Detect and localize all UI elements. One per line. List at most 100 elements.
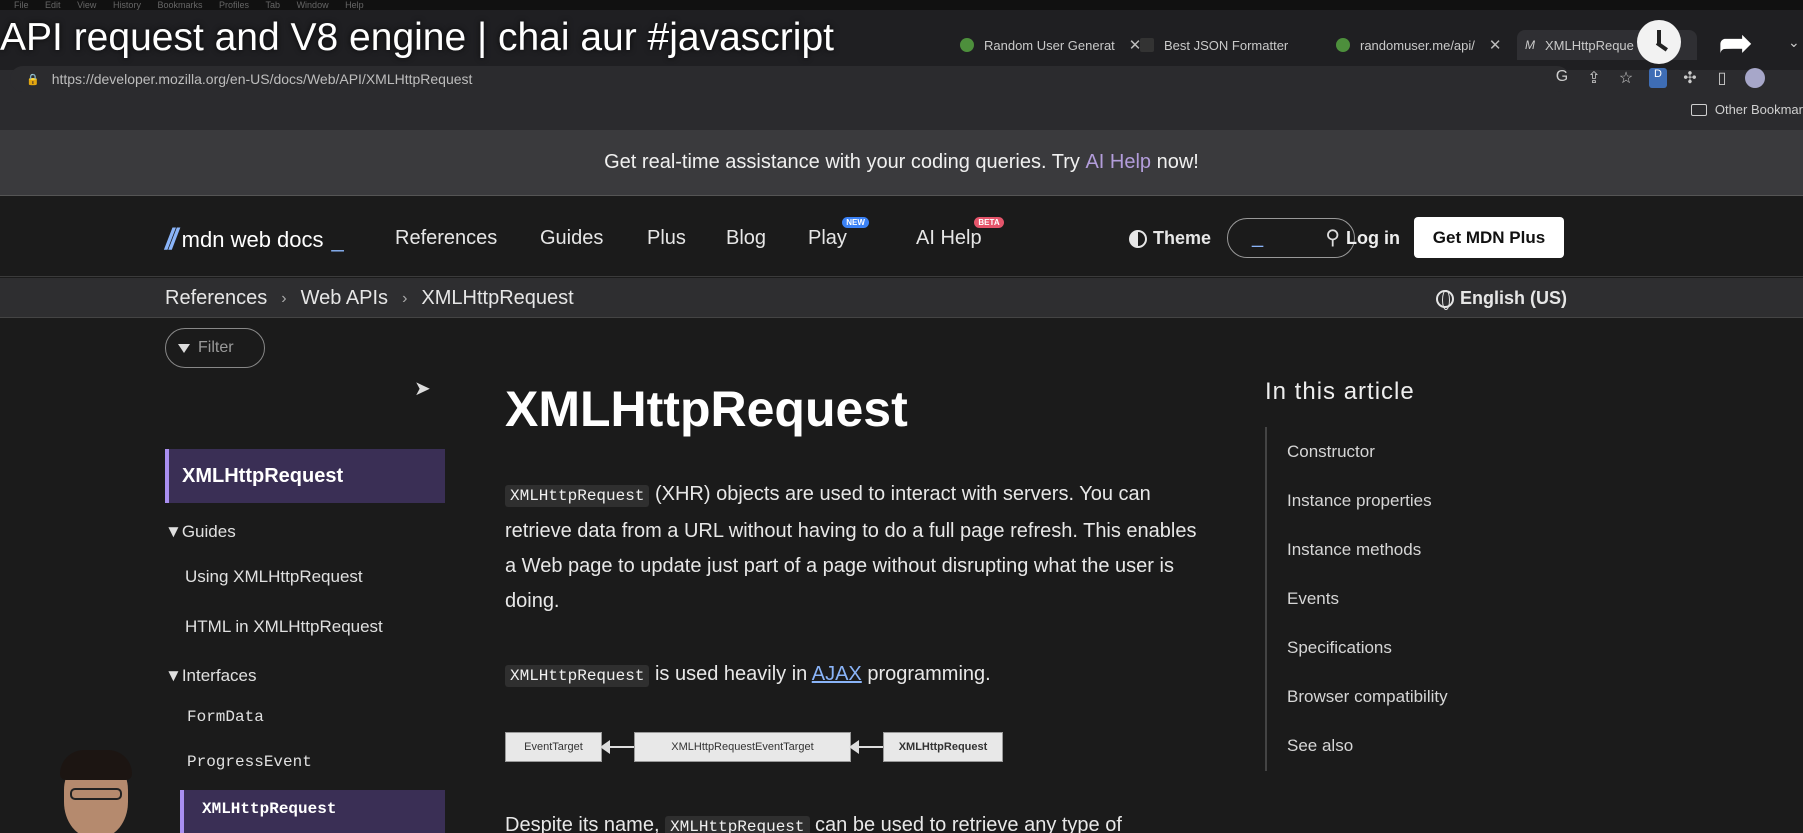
- tab-label: Random User Generat: [984, 37, 1115, 53]
- browser-tab[interactable]: Random User Generat ✕: [960, 30, 1165, 60]
- toc-divider: [1265, 427, 1267, 771]
- ajax-text-end: programming.: [861, 663, 991, 685]
- sidebar-item-using-xhr[interactable]: Using XMLHttpRequest: [185, 567, 363, 587]
- toc-item-see-also[interactable]: See also: [1287, 736, 1353, 756]
- theme-switcher[interactable]: Theme: [1129, 228, 1211, 249]
- toc-item-browser-compat[interactable]: Browser compatibility: [1287, 687, 1448, 707]
- toc-title: In this article: [1265, 378, 1415, 405]
- diagram-box-xhr-eventtarget[interactable]: XMLHttpRequestEventTarget: [634, 732, 851, 762]
- os-menu-item[interactable]: Edit: [45, 0, 61, 10]
- os-menu-item[interactable]: Help: [345, 0, 364, 10]
- new-badge: NEW: [842, 217, 869, 228]
- presenter-hair: [60, 750, 132, 780]
- arrow-left-icon: [849, 740, 883, 754]
- bookmarks-bar: Other Bookmar: [0, 96, 1803, 128]
- url-text[interactable]: https://developer.mozilla.org/en-US/docs…: [52, 71, 473, 87]
- language-label: English (US): [1460, 288, 1567, 308]
- sidebar-item-progressevent[interactable]: ProgressEvent: [187, 753, 312, 771]
- other-bookmarks[interactable]: Other Bookmar: [1690, 102, 1803, 117]
- sidebar-group-interfaces[interactable]: ▼Interfaces: [165, 666, 256, 686]
- language-switcher[interactable]: English (US): [1436, 288, 1567, 310]
- puzzle-icon[interactable]: ✣: [1681, 68, 1699, 88]
- nav-play[interactable]: Play NEW: [808, 217, 869, 250]
- toc-item-instance-methods[interactable]: Instance methods: [1287, 540, 1421, 560]
- banner-ai-help-link[interactable]: AI Help: [1085, 151, 1151, 174]
- toolbar-icons: G ⇪ ☆ D ✣ ▯: [1553, 68, 1765, 88]
- banner-text: Get real-time assistance with your codin…: [604, 151, 1080, 173]
- os-menu-item[interactable]: Bookmarks: [157, 0, 202, 10]
- sidepanel-icon[interactable]: ▯: [1713, 68, 1731, 88]
- sidebar-item-html-in-xhr[interactable]: HTML in XMLHttpRequest: [185, 617, 383, 637]
- nav-ai-help[interactable]: AI Help BETA: [916, 217, 1004, 250]
- toc-item-events[interactable]: Events: [1287, 589, 1339, 609]
- ai-help-banner: Get real-time assistance with your codin…: [0, 130, 1803, 196]
- chevron-down-icon[interactable]: ⌄: [1788, 34, 1800, 51]
- get-mdn-plus-button[interactable]: Get MDN Plus: [1414, 217, 1564, 258]
- nav-blog[interactable]: Blog: [726, 227, 766, 250]
- os-menu-item[interactable]: History: [113, 0, 141, 10]
- sidebar-item-formdata[interactable]: FormData: [187, 708, 264, 726]
- star-icon[interactable]: ☆: [1617, 68, 1635, 88]
- os-menu-item[interactable]: Profiles: [219, 0, 249, 10]
- extension-icon[interactable]: D: [1649, 68, 1667, 88]
- login-link[interactable]: Log in: [1346, 228, 1400, 249]
- search-icon: ⚲: [1325, 227, 1340, 249]
- sidebar-item-xmlhttprequest-interface[interactable]: XMLHttpRequest: [180, 790, 445, 833]
- nav-references[interactable]: References: [395, 227, 497, 250]
- sidebar-item-xmlhttprequest[interactable]: XMLHttpRequest: [165, 449, 445, 503]
- green-circle-icon: [960, 38, 974, 52]
- jt-icon: [1140, 38, 1154, 52]
- share-page-icon[interactable]: ⇪: [1585, 68, 1603, 88]
- browser-tab[interactable]: randomuser.me/api/ ✕: [1336, 30, 1506, 60]
- close-icon[interactable]: ✕: [1489, 36, 1502, 54]
- nav-guides[interactable]: Guides: [540, 227, 603, 250]
- breadcrumb-item[interactable]: XMLHttpRequest: [421, 287, 573, 310]
- os-menu-bar: File Edit View History Bookmarks Profile…: [0, 0, 1803, 10]
- intro-paragraph: XMLHttpRequest (XHR) objects are used to…: [505, 477, 1205, 619]
- google-icon[interactable]: G: [1553, 68, 1571, 88]
- filter-icon: [178, 343, 190, 353]
- banner-text-end: now!: [1156, 151, 1199, 173]
- breadcrumb-item[interactable]: Web APIs: [301, 287, 388, 310]
- page-title: XMLHttpRequest: [505, 381, 908, 437]
- sidebar-group-guides[interactable]: ▼Guides: [165, 522, 236, 542]
- mdn-logo-icon: //: [165, 223, 178, 256]
- os-menu-item[interactable]: Tab: [266, 0, 281, 10]
- share-arrow-icon[interactable]: ➦: [1718, 22, 1753, 64]
- breadcrumb: References › Web APIs › XMLHttpRequest E…: [0, 278, 1803, 318]
- logo-cursor: _: [331, 227, 344, 252]
- toc-item-instance-properties[interactable]: Instance properties: [1287, 491, 1432, 511]
- ajax-paragraph: XMLHttpRequest is used heavily in AJAX p…: [505, 657, 1205, 694]
- green-circle-icon: [1336, 38, 1350, 52]
- diagram-box-eventtarget[interactable]: EventTarget: [505, 732, 602, 762]
- mdn-logo[interactable]: // mdn web docs _: [165, 223, 344, 257]
- inline-code: XMLHttpRequest: [665, 816, 810, 833]
- chevron-right-icon: ›: [402, 289, 408, 307]
- sidebar-filter[interactable]: Filter: [165, 328, 265, 368]
- address-bar[interactable]: 🔒 https://developer.mozilla.org/en-US/do…: [10, 66, 1570, 92]
- arrow-left-icon: [600, 740, 634, 754]
- breadcrumb-item[interactable]: References: [165, 287, 267, 310]
- os-menu-item[interactable]: File: [14, 0, 29, 10]
- toc-item-specifications[interactable]: Specifications: [1287, 638, 1392, 658]
- toc-item-constructor[interactable]: Constructor: [1287, 442, 1375, 462]
- search-caret: _: [1252, 226, 1264, 248]
- chevron-right-icon: ›: [281, 289, 287, 307]
- tab-label: XMLHttpReque: [1545, 37, 1634, 53]
- profile-avatar[interactable]: [1745, 68, 1765, 88]
- folder-icon: [1690, 103, 1707, 116]
- mouse-cursor-icon: ➤: [414, 378, 431, 400]
- mdn-icon: M: [1525, 38, 1535, 52]
- ajax-link[interactable]: AJAX: [812, 663, 862, 685]
- os-menu-item[interactable]: Window: [297, 0, 329, 10]
- os-menu-item[interactable]: View: [77, 0, 96, 10]
- nav-plus[interactable]: Plus: [647, 227, 686, 250]
- watch-later-clock-icon[interactable]: [1637, 20, 1681, 64]
- browser-tab[interactable]: Best JSON Formatter: [1140, 30, 1320, 60]
- globe-icon: [1436, 289, 1454, 310]
- logo-text: mdn web docs: [181, 227, 324, 252]
- theme-icon: [1129, 229, 1147, 248]
- despite-text: Despite its name,: [505, 814, 666, 833]
- other-bookmarks-label: Other Bookmar: [1714, 102, 1803, 117]
- search-button[interactable]: _ ⚲: [1227, 218, 1355, 258]
